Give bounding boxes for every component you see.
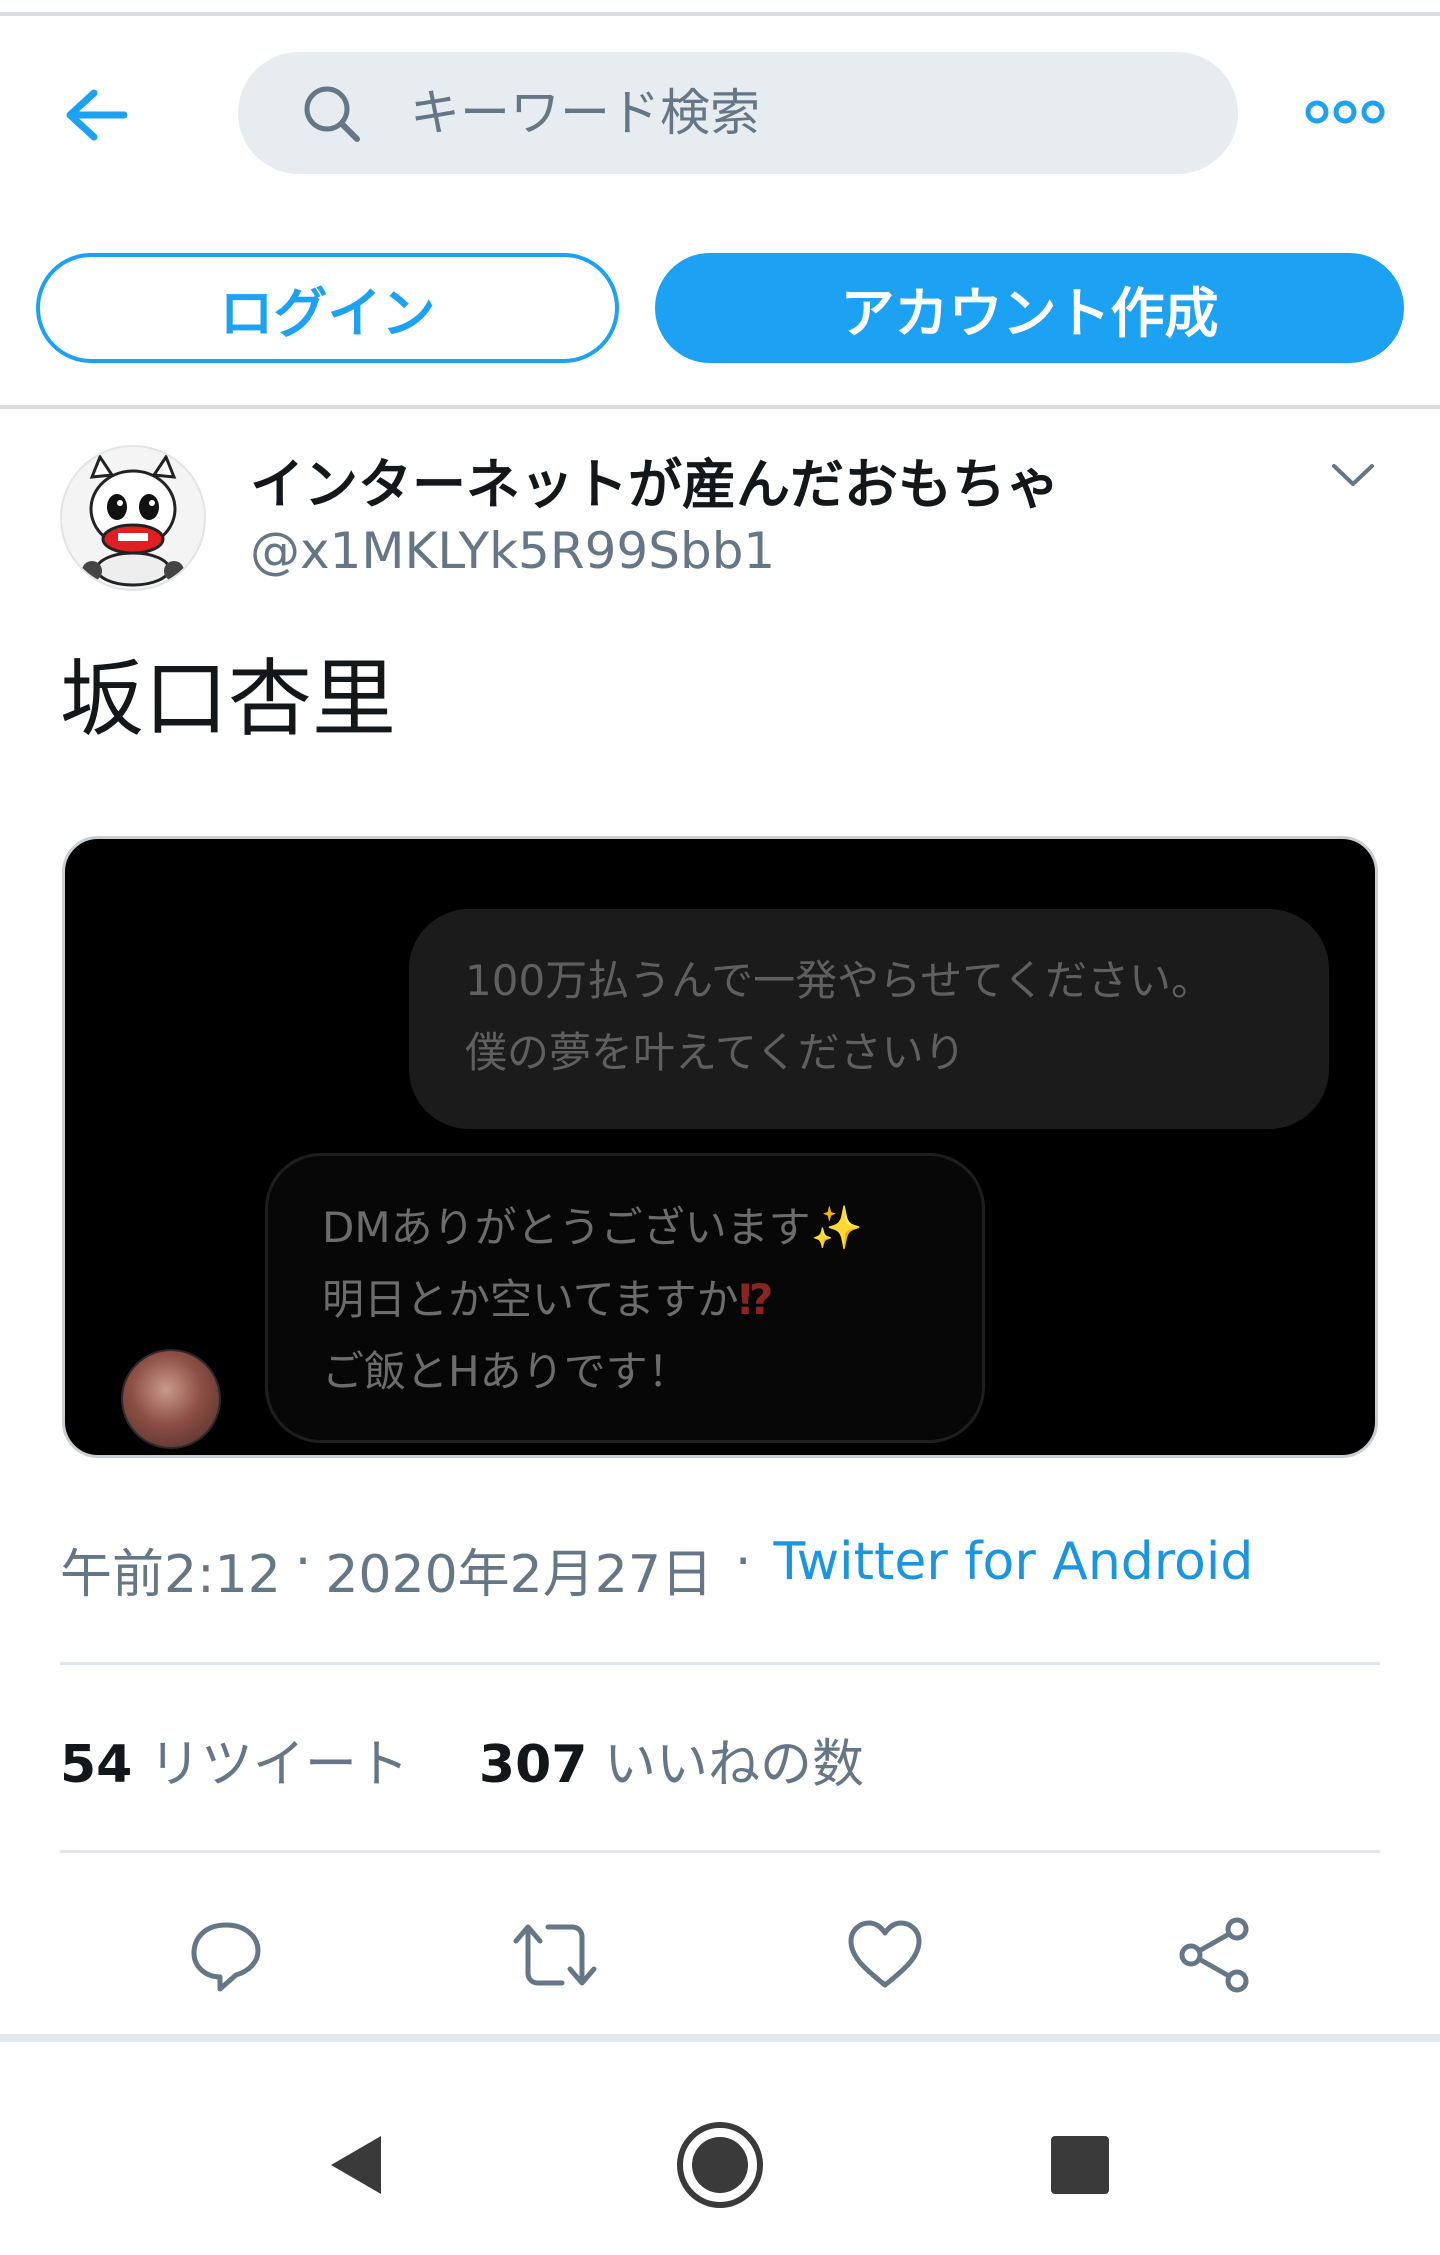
divider <box>0 2034 1440 2042</box>
like-count: 307 <box>478 1735 588 1795</box>
triangle-back-icon <box>331 2136 381 2194</box>
circle-home-icon <box>677 2122 763 2208</box>
tweet-image[interactable]: 100万払うんで一発やらせてください。 僕の夢を叶えてくださいり DMありがとう… <box>62 836 1378 1458</box>
nav-back-button[interactable] <box>296 2105 416 2225</box>
heart-icon <box>848 1920 922 1988</box>
outgoing-message-line: 100万払うんで一発やらせてください。 <box>465 956 1213 1005</box>
cow-mascot-icon <box>82 453 184 587</box>
reply-button[interactable] <box>176 1905 276 2005</box>
create-account-button[interactable]: アカウント作成 <box>655 253 1404 363</box>
more-options-button[interactable] <box>1300 82 1390 142</box>
header-divider <box>0 405 1440 409</box>
outgoing-message-line: 僕の夢を叶えてくださいり <box>465 1028 966 1077</box>
chevron-down-icon <box>1332 464 1374 486</box>
divider <box>60 1850 1380 1853</box>
tweet-time: 午前2:12 <box>60 1545 281 1605</box>
retweet-stat[interactable]: 54 リツイート <box>60 1722 409 1797</box>
share-button[interactable] <box>1165 1905 1265 2005</box>
retweet-count: 54 <box>60 1735 133 1795</box>
more-dots-icon <box>1305 100 1385 124</box>
like-stat[interactable]: 307 いいねの数 <box>479 1722 864 1797</box>
square-recents-icon <box>1051 2136 1109 2194</box>
dm-sender-avatar <box>121 1349 221 1449</box>
nav-home-button[interactable] <box>660 2105 780 2225</box>
incoming-message-bubble: DMありがとうございます✨ 明日とか空いてますか⁉ ご飯とHありです！ <box>265 1153 985 1443</box>
incoming-message-line: 明日とか空いてますか⁉ <box>322 1275 774 1324</box>
divider <box>60 1662 1380 1665</box>
back-arrow-icon <box>66 89 128 141</box>
tweet-source-link[interactable]: Twitter for Android <box>773 1532 1253 1607</box>
nav-recents-button[interactable] <box>1020 2105 1140 2225</box>
incoming-message-line: ご飯とHありです！ <box>322 1347 690 1396</box>
tweet-timestamp: 午前2:12 · 2020年2月27日 · Twitter for Androi… <box>60 1532 1253 1607</box>
exclamation-question-icon: ⁉ <box>738 1275 774 1324</box>
back-button[interactable] <box>50 70 140 160</box>
outgoing-message-bubble: 100万払うんで一発やらせてください。 僕の夢を叶えてくださいり <box>409 909 1329 1129</box>
like-button[interactable] <box>835 1905 935 2005</box>
display-name[interactable]: インターネットが産んだおもちゃ <box>250 440 1060 519</box>
sparkles-icon: ✨ <box>810 1203 863 1252</box>
retweet-icon <box>513 1924 597 1986</box>
login-button[interactable]: ログイン <box>36 253 619 363</box>
avatar[interactable] <box>60 445 206 591</box>
search-icon <box>296 78 366 148</box>
meta-separator: · <box>734 1532 752 1592</box>
retweet-button[interactable] <box>505 1905 605 2005</box>
retweet-label: リツイート <box>148 1735 409 1795</box>
like-label: いいねの数 <box>604 1735 865 1795</box>
tweet-menu-button[interactable] <box>1318 450 1388 500</box>
status-divider <box>0 12 1440 16</box>
meta-separator: · <box>294 1532 312 1592</box>
tweet-text: 坂口杏里 <box>60 650 397 748</box>
share-icon <box>1179 1917 1249 1993</box>
incoming-message-line: DMありがとうございます✨ <box>322 1203 863 1252</box>
search-bar[interactable] <box>238 52 1238 174</box>
tweet-date: 2020年2月27日 <box>325 1545 713 1605</box>
reply-icon <box>191 1922 261 1992</box>
tweet-stats: 54 リツイート 307 いいねの数 <box>60 1722 864 1797</box>
user-handle[interactable]: @x1MKLYk5R99Sbb1 <box>250 522 775 580</box>
search-input[interactable] <box>408 83 1172 143</box>
